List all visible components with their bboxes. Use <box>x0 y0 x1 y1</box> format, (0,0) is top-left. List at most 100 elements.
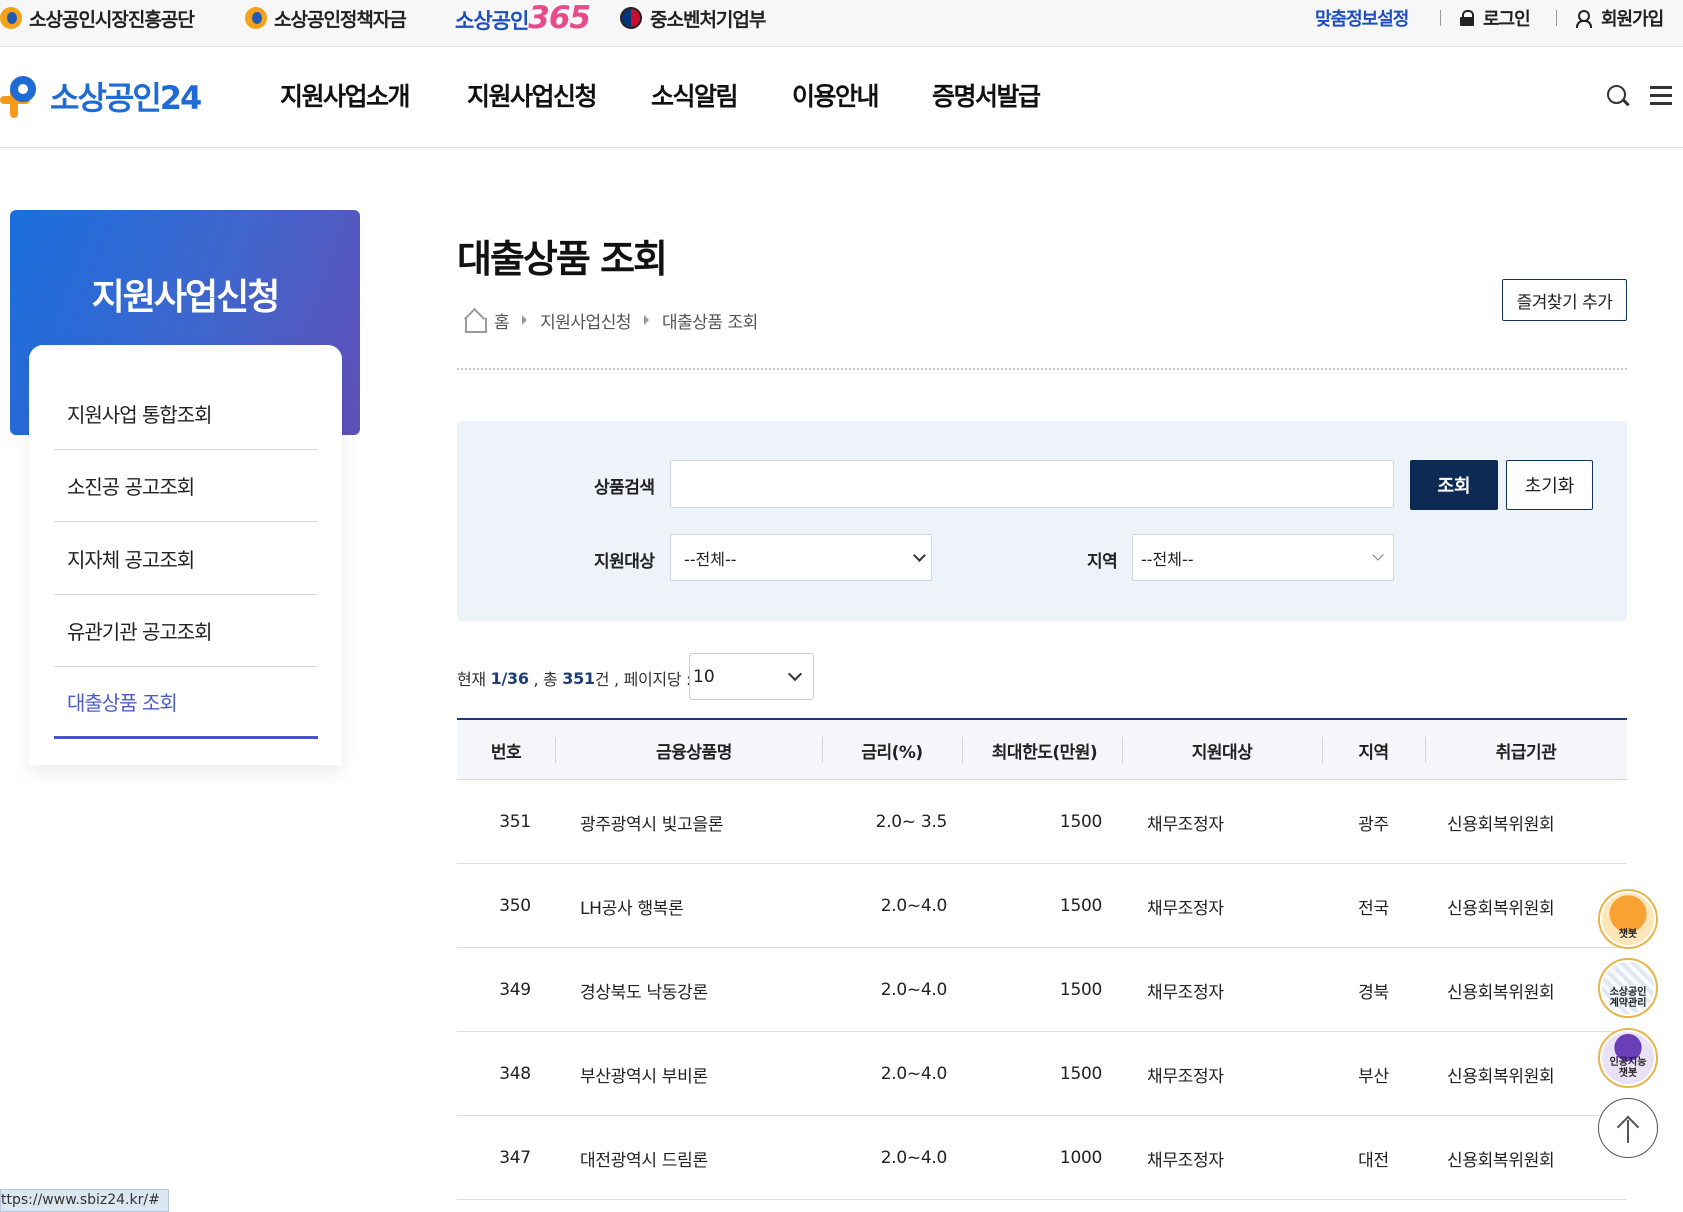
target-label: 지원대상 <box>594 552 655 572</box>
chevron-down-icon <box>1372 549 1384 561</box>
gnb-item-news[interactable]: 소식알림 <box>651 75 739 115</box>
cell-target: 채무조정자 <box>1147 1066 1224 1087</box>
table-row[interactable]: 351 광주광역시 빛고을론 2.0~ 3.5 1500 채무조정자 광주 신용회복위원회 <box>457 780 1627 864</box>
signup-link[interactable]: 회원가입 <box>1576 6 1664 30</box>
semas-logo-icon <box>0 7 22 29</box>
login-link[interactable]: 로그인 <box>1460 6 1531 30</box>
table-body: 351 광주광역시 빛고을론 2.0~ 3.5 1500 채무조정자 광주 신용회복위원회 3… <box>457 780 1627 1200</box>
org-link-mss[interactable]: 중소벤처기업부 <box>620 6 766 31</box>
search-button[interactable]: 조회 <box>1410 460 1498 510</box>
chevron-down-icon <box>787 666 803 682</box>
org-link-365[interactable]: 소상공인 365 <box>455 0 591 36</box>
target-select[interactable]: --전체-- <box>670 534 932 581</box>
cell-limit: 1500 <box>1059 896 1102 916</box>
sidebar-item-local-gov-notice[interactable]: 지자체 공고조회 <box>54 523 318 595</box>
gnb-item-certificate[interactable]: 증명서발급 <box>932 75 1041 115</box>
org-link-policy-fund[interactable]: 소상공인정책자금 <box>245 6 407 31</box>
cell-product-name[interactable]: 부산광역시 부비론 <box>580 1032 820 1116</box>
col-header-product: 금융상품명 <box>656 742 732 763</box>
lock-icon <box>1460 10 1474 26</box>
breadcrumb-apply[interactable]: 지원사업신청 <box>540 308 631 333</box>
org-link-semas[interactable]: 소상공인시장진흥공단 <box>0 6 195 31</box>
cell-no: 347 <box>499 1148 531 1168</box>
page-title: 대출상품 조회 <box>457 237 668 281</box>
table-row[interactable]: 347 대전광역시 드림론 2.0~4.0 1000 채무조정자 대전 신용회복위원회 <box>457 1116 1627 1200</box>
cell-product-name[interactable]: 광주광역시 빛고을론 <box>580 780 820 864</box>
sidebar-item-related-org-notice[interactable]: 유관기관 공고조회 <box>54 595 318 667</box>
home-icon[interactable] <box>462 309 487 333</box>
cell-rate: 2.0~4.0 <box>880 980 948 1000</box>
gnb-item-intro[interactable]: 지원사업소개 <box>280 75 411 115</box>
breadcrumb: 홈 지원사업신청 대출상품 조회 <box>462 307 758 333</box>
cell-rate: 2.0~4.0 <box>880 896 948 916</box>
status-bar-url: ttps://www.sbiz24.kr/# <box>0 1189 169 1212</box>
breadcrumb-home[interactable]: 홈 <box>494 308 510 333</box>
cell-agency: 신용회복위원회 <box>1447 982 1555 1003</box>
col-header-limit: 최대한도(만원) <box>991 742 1098 763</box>
cell-region: 광주 <box>1358 814 1389 835</box>
ai-chatbot-button[interactable]: 인공지능 챗봇 <box>1598 1028 1658 1088</box>
util-divider <box>1556 10 1557 26</box>
reset-button[interactable]: 초기화 <box>1506 460 1593 510</box>
per-page-select[interactable]: 10 <box>689 653 814 700</box>
cell-agency: 신용회복위원회 <box>1447 1066 1555 1087</box>
sidebar-item-loan-products[interactable]: 대출상품 조회 <box>54 667 318 739</box>
sidebar-title: 지원사업신청 <box>91 277 281 318</box>
col-header-rate: 금리(%) <box>861 742 923 763</box>
sidebar-item-integrated-search[interactable]: 지원사업 통합조회 <box>54 378 318 450</box>
contract-management-button[interactable]: 소상공인 계약관리 <box>1598 958 1658 1018</box>
product-search-label: 상품검색 <box>594 478 655 498</box>
chatbot-mascot-icon: 챗봇 <box>1602 893 1654 945</box>
main-header: 소상공인24 지원사업소개 지원사업신청 소식알림 이용안내 증명서발급 <box>0 47 1683 148</box>
product-search-input[interactable] <box>670 460 1394 508</box>
sidebar-item-semas-notice[interactable]: 소진공 공고조회 <box>54 450 318 522</box>
table-row[interactable]: 350 LH공사 행복론 2.0~4.0 1500 채무조정자 전국 신용회복위원회 <box>457 864 1627 948</box>
breadcrumb-arrow-icon <box>643 315 649 325</box>
hamburger-menu-icon[interactable] <box>1650 86 1672 106</box>
cell-agency: 신용회복위원회 <box>1447 814 1555 835</box>
breadcrumb-arrow-icon <box>522 315 528 325</box>
region-select[interactable]: --전체-- <box>1132 534 1394 581</box>
cell-target: 채무조정자 <box>1147 982 1224 1003</box>
cell-product-name[interactable]: 대전광역시 드림론 <box>580 1116 820 1200</box>
table-row[interactable]: 348 부산광역시 부비론 2.0~4.0 1500 채무조정자 부산 신용회복위원회 <box>457 1032 1627 1116</box>
scroll-to-top-button[interactable] <box>1598 1098 1658 1158</box>
divider <box>457 368 1627 370</box>
add-favorite-button[interactable]: 즐겨찾기 추가 <box>1502 279 1627 321</box>
region-label: 지역 <box>1087 552 1118 572</box>
chevron-down-icon <box>913 549 926 562</box>
cell-region: 부산 <box>1358 1066 1389 1087</box>
chatbot-button[interactable]: 챗봇 <box>1598 889 1658 949</box>
ai-robot-icon: 인공지능 챗봇 <box>1602 1032 1654 1084</box>
top-utility-bar: 소상공인시장진흥공단 소상공인정책자금 소상공인 365 중소벤처기업부 맞춤정… <box>0 0 1683 47</box>
cell-region: 경북 <box>1358 982 1389 1003</box>
loan-product-table: 번호 금융상품명 금리(%) 최대한도(만원) 지원대상 지역 취급기관 351… <box>457 718 1627 1200</box>
cell-target: 채무조정자 <box>1147 1150 1224 1171</box>
brand-logo[interactable]: 소상공인24 <box>0 71 202 121</box>
gnb-item-apply[interactable]: 지원사업신청 <box>467 75 598 115</box>
result-summary: 현재 1/36 , 총 351 건 , 페이지당 : <box>457 668 692 690</box>
cell-limit: 1500 <box>1059 812 1102 832</box>
util-divider <box>1440 10 1441 26</box>
search-panel <box>457 421 1627 621</box>
search-icon[interactable] <box>1607 85 1629 107</box>
cell-target: 채무조정자 <box>1147 814 1224 835</box>
cell-no: 349 <box>499 980 531 1000</box>
cell-rate: 2.0~4.0 <box>880 1148 948 1168</box>
contract-icon: 소상공인 계약관리 <box>1602 962 1654 1014</box>
col-header-no: 번호 <box>490 742 522 763</box>
cell-limit: 1500 <box>1059 980 1102 1000</box>
gnb-item-guide[interactable]: 이용안내 <box>792 75 880 115</box>
cell-product-name[interactable]: 경상북도 낙동강론 <box>580 948 820 1032</box>
cell-region: 대전 <box>1358 1150 1389 1171</box>
cell-no: 351 <box>499 812 531 832</box>
table-row[interactable]: 349 경상북도 낙동강론 2.0~4.0 1500 채무조정자 경북 신용회복위원회 <box>457 948 1627 1032</box>
policy-fund-logo-icon <box>245 7 267 29</box>
brand-p-icon <box>0 74 48 118</box>
cell-no: 350 <box>499 896 531 916</box>
cell-limit: 1000 <box>1059 1148 1102 1168</box>
cell-region: 전국 <box>1358 898 1389 919</box>
cell-product-name[interactable]: LH공사 행복론 <box>580 864 820 948</box>
custom-info-link[interactable]: 맞춤정보설정 <box>1315 6 1409 30</box>
col-header-target: 지원대상 <box>1191 742 1253 763</box>
